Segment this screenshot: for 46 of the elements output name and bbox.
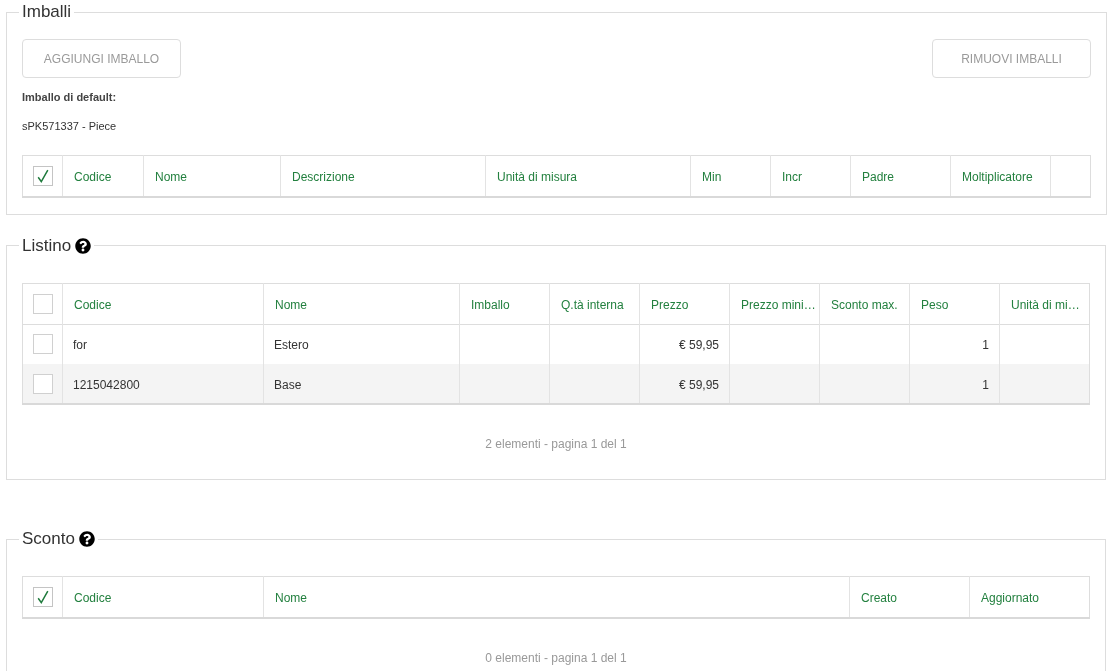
table-cell: for bbox=[73, 338, 87, 353]
table-cell: € 59,95 bbox=[678, 338, 719, 353]
column-header[interactable]: Unità di mi… bbox=[1011, 297, 1080, 312]
field-label: Imballo di default: bbox=[22, 90, 117, 105]
column-header[interactable]: Prezzo bbox=[651, 297, 689, 312]
column-header[interactable]: Nome bbox=[155, 169, 187, 184]
pagination-info: 0 elementi - pagina 1 del 1 bbox=[485, 649, 627, 667]
column-header[interactable]: Nome bbox=[275, 590, 307, 605]
checkbox[interactable] bbox=[32, 293, 53, 314]
column-header[interactable]: Padre bbox=[862, 169, 895, 184]
column-header[interactable]: Creato bbox=[861, 590, 898, 605]
check-icon bbox=[36, 589, 49, 604]
table-cell: Estero bbox=[274, 338, 309, 353]
column-header[interactable]: Moltiplicatore bbox=[962, 169, 1033, 184]
column-header[interactable]: Prezzo mini… bbox=[741, 297, 816, 312]
column-header[interactable]: Aggiornato bbox=[981, 590, 1040, 605]
help-icon[interactable] bbox=[75, 237, 92, 254]
section-title: Sconto bbox=[22, 528, 75, 550]
pagination-info: 2 elementi - pagina 1 del 1 bbox=[485, 436, 627, 453]
table-cell: 1 bbox=[982, 377, 989, 392]
column-header[interactable]: Unità di misura bbox=[497, 169, 578, 184]
checkbox[interactable] bbox=[32, 165, 53, 186]
column-header[interactable]: Q.tà interna bbox=[561, 297, 624, 312]
checkbox[interactable] bbox=[32, 334, 53, 355]
section-title: Imballi bbox=[22, 1, 72, 23]
field-value: sPK571337 - Piece bbox=[22, 119, 117, 134]
column-header[interactable]: Min bbox=[702, 169, 722, 184]
column-header[interactable]: Nome bbox=[275, 297, 307, 312]
table-cell: € 59,95 bbox=[678, 377, 719, 392]
column-header[interactable]: Peso bbox=[921, 297, 949, 312]
help-icon[interactable] bbox=[78, 531, 95, 547]
column-header[interactable]: Codice bbox=[74, 590, 112, 605]
section-title: Listino bbox=[22, 234, 72, 257]
remove-button[interactable]: RIMUOVI IMBALLI bbox=[932, 39, 1091, 78]
column-header[interactable]: Incr bbox=[782, 169, 802, 184]
column-header[interactable]: Imballo bbox=[471, 297, 510, 312]
checkbox[interactable] bbox=[32, 373, 53, 394]
table-cell: Base bbox=[274, 377, 302, 392]
column-header[interactable]: Codice bbox=[74, 297, 112, 312]
table-cell: 1 bbox=[982, 338, 989, 353]
table-cell: 1215042800 bbox=[73, 377, 140, 392]
check-icon bbox=[36, 168, 49, 183]
checkbox[interactable] bbox=[32, 586, 53, 607]
column-header[interactable]: Sconto max. bbox=[831, 297, 898, 312]
column-header[interactable]: Descrizione bbox=[292, 169, 355, 184]
add-button[interactable]: AGGIUNGI IMBALLO bbox=[22, 39, 181, 78]
